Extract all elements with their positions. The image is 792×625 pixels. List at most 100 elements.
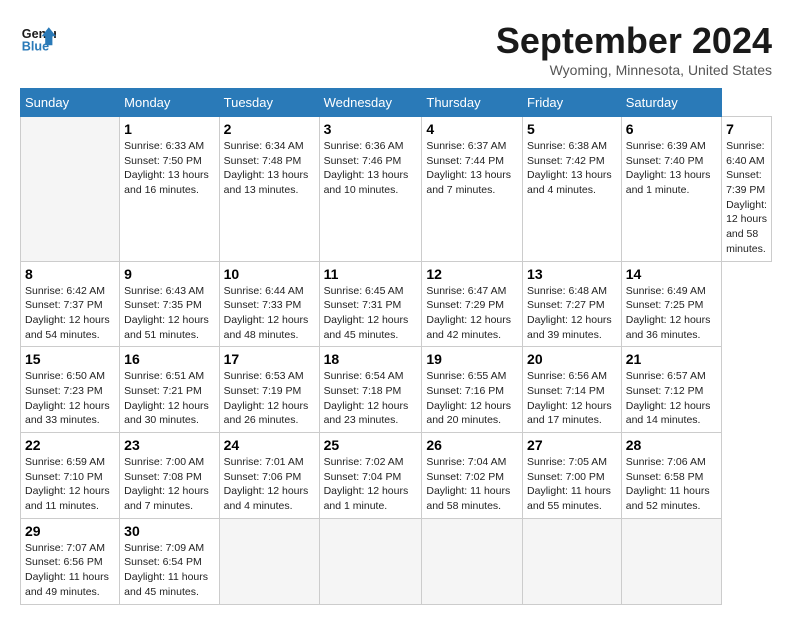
calendar-cell: 24 Sunrise: 7:01 AMSunset: 7:06 PMDayligh…: [219, 433, 319, 519]
day-number: 27: [527, 437, 617, 453]
calendar-cell: 29 Sunrise: 7:07 AMSunset: 6:56 PMDayligh…: [21, 518, 120, 604]
day-number: 20: [527, 351, 617, 367]
day-number: 15: [25, 351, 115, 367]
day-number: 22: [25, 437, 115, 453]
day-number: 5: [527, 121, 617, 137]
svg-text:Blue: Blue: [22, 40, 49, 54]
calendar-cell: 13Sunrise: 6:48 AMSunset: 7:27 PMDayligh…: [523, 261, 622, 347]
calendar-cell: [319, 518, 422, 604]
day-number: 7: [726, 121, 767, 137]
day-number: 13: [527, 266, 617, 282]
day-info: Sunrise: 6:37 AMSunset: 7:44 PMDaylight:…: [426, 139, 518, 198]
day-info: Sunrise: 6:38 AMSunset: 7:42 PMDaylight:…: [527, 139, 617, 198]
day-info: Sunrise: 7:06 AMSunset: 6:58 PMDaylight:…: [626, 455, 717, 514]
calendar-cell: 7 Sunrise: 6:40 AMSunset: 7:39 PMDaylight…: [722, 117, 772, 262]
calendar-cell: [21, 117, 120, 262]
day-number: 29: [25, 523, 115, 539]
logo: General Blue: [20, 20, 56, 56]
day-number: 19: [426, 351, 518, 367]
day-info: Sunrise: 6:49 AMSunset: 7:25 PMDaylight:…: [626, 284, 717, 343]
calendar-cell: 5 Sunrise: 6:38 AMSunset: 7:42 PMDaylight…: [523, 117, 622, 262]
logo-icon: General Blue: [20, 20, 56, 56]
day-number: 21: [626, 351, 717, 367]
calendar-cell: 15Sunrise: 6:50 AMSunset: 7:23 PMDayligh…: [21, 347, 120, 433]
calendar-cell: 26 Sunrise: 7:04 AMSunset: 7:02 PMDayligh…: [422, 433, 523, 519]
calendar-cell: 14 Sunrise: 6:49 AMSunset: 7:25 PMDayligh…: [621, 261, 721, 347]
day-info: Sunrise: 6:59 AMSunset: 7:10 PMDaylight:…: [25, 455, 115, 514]
week-row-4: 29 Sunrise: 7:07 AMSunset: 6:56 PMDayligh…: [21, 518, 772, 604]
day-info: Sunrise: 6:54 AMSunset: 7:18 PMDaylight:…: [324, 369, 418, 428]
calendar-cell: 28 Sunrise: 7:06 AMSunset: 6:58 PMDayligh…: [621, 433, 721, 519]
week-row-3: 22 Sunrise: 6:59 AMSunset: 7:10 PMDayligh…: [21, 433, 772, 519]
day-number: 6: [626, 121, 717, 137]
calendar-table: SundayMondayTuesdayWednesdayThursdayFrid…: [20, 88, 772, 605]
day-info: Sunrise: 7:00 AMSunset: 7:08 PMDaylight:…: [124, 455, 214, 514]
day-info: Sunrise: 6:43 AMSunset: 7:35 PMDaylight:…: [124, 284, 214, 343]
calendar-cell: [523, 518, 622, 604]
calendar-cell: 8 Sunrise: 6:42 AMSunset: 7:37 PMDaylight…: [21, 261, 120, 347]
day-info: Sunrise: 7:09 AMSunset: 6:54 PMDaylight:…: [124, 541, 214, 600]
day-number: 25: [324, 437, 418, 453]
day-info: Sunrise: 6:53 AMSunset: 7:19 PMDaylight:…: [224, 369, 315, 428]
calendar-cell: [219, 518, 319, 604]
day-info: Sunrise: 6:40 AMSunset: 7:39 PMDaylight:…: [726, 139, 767, 257]
day-number: 17: [224, 351, 315, 367]
calendar-cell: 10Sunrise: 6:44 AMSunset: 7:33 PMDayligh…: [219, 261, 319, 347]
day-number: 28: [626, 437, 717, 453]
day-info: Sunrise: 7:05 AMSunset: 7:00 PMDaylight:…: [527, 455, 617, 514]
calendar-cell: 21 Sunrise: 6:57 AMSunset: 7:12 PMDayligh…: [621, 347, 721, 433]
calendar-cell: 30 Sunrise: 7:09 AMSunset: 6:54 PMDayligh…: [120, 518, 219, 604]
page-header: General Blue September 2024 Wyoming, Min…: [20, 20, 772, 78]
calendar-cell: 9 Sunrise: 6:43 AMSunset: 7:35 PMDaylight…: [120, 261, 219, 347]
day-info: Sunrise: 6:39 AMSunset: 7:40 PMDaylight:…: [626, 139, 717, 198]
calendar-cell: 12Sunrise: 6:47 AMSunset: 7:29 PMDayligh…: [422, 261, 523, 347]
day-info: Sunrise: 7:01 AMSunset: 7:06 PMDaylight:…: [224, 455, 315, 514]
day-info: Sunrise: 6:56 AMSunset: 7:14 PMDaylight:…: [527, 369, 617, 428]
day-number: 2: [224, 121, 315, 137]
day-info: Sunrise: 7:04 AMSunset: 7:02 PMDaylight:…: [426, 455, 518, 514]
day-number: 26: [426, 437, 518, 453]
header-sunday: Sunday: [21, 89, 120, 117]
day-number: 16: [124, 351, 214, 367]
header-thursday: Thursday: [422, 89, 523, 117]
day-number: 18: [324, 351, 418, 367]
day-number: 30: [124, 523, 214, 539]
day-number: 1: [124, 121, 214, 137]
header-friday: Friday: [523, 89, 622, 117]
calendar-cell: 6 Sunrise: 6:39 AMSunset: 7:40 PMDaylight…: [621, 117, 721, 262]
calendar-cell: 2Sunrise: 6:34 AMSunset: 7:48 PMDaylight…: [219, 117, 319, 262]
calendar-cell: 25 Sunrise: 7:02 AMSunset: 7:04 PMDayligh…: [319, 433, 422, 519]
header-wednesday: Wednesday: [319, 89, 422, 117]
day-info: Sunrise: 6:51 AMSunset: 7:21 PMDaylight:…: [124, 369, 214, 428]
day-info: Sunrise: 6:42 AMSunset: 7:37 PMDaylight:…: [25, 284, 115, 343]
day-info: Sunrise: 6:55 AMSunset: 7:16 PMDaylight:…: [426, 369, 518, 428]
day-info: Sunrise: 7:07 AMSunset: 6:56 PMDaylight:…: [25, 541, 115, 600]
calendar-cell: 20 Sunrise: 6:56 AMSunset: 7:14 PMDayligh…: [523, 347, 622, 433]
calendar-cell: 17 Sunrise: 6:53 AMSunset: 7:19 PMDayligh…: [219, 347, 319, 433]
header-monday: Monday: [120, 89, 219, 117]
day-number: 8: [25, 266, 115, 282]
day-number: 11: [324, 266, 418, 282]
calendar-cell: 11 Sunrise: 6:45 AMSunset: 7:31 PMDayligh…: [319, 261, 422, 347]
calendar-cell: [621, 518, 721, 604]
day-info: Sunrise: 6:36 AMSunset: 7:46 PMDaylight:…: [324, 139, 418, 198]
calendar-cell: 19 Sunrise: 6:55 AMSunset: 7:16 PMDayligh…: [422, 347, 523, 433]
day-info: Sunrise: 7:02 AMSunset: 7:04 PMDaylight:…: [324, 455, 418, 514]
calendar-cell: 16 Sunrise: 6:51 AMSunset: 7:21 PMDayligh…: [120, 347, 219, 433]
location: Wyoming, Minnesota, United States: [496, 62, 772, 78]
day-number: 24: [224, 437, 315, 453]
month-title: September 2024: [496, 20, 772, 62]
day-info: Sunrise: 6:47 AMSunset: 7:29 PMDaylight:…: [426, 284, 518, 343]
day-info: Sunrise: 6:45 AMSunset: 7:31 PMDaylight:…: [324, 284, 418, 343]
day-number: 23: [124, 437, 214, 453]
week-row-1: 8 Sunrise: 6:42 AMSunset: 7:37 PMDaylight…: [21, 261, 772, 347]
calendar-cell: 3Sunrise: 6:36 AMSunset: 7:46 PMDaylight…: [319, 117, 422, 262]
day-info: Sunrise: 6:57 AMSunset: 7:12 PMDaylight:…: [626, 369, 717, 428]
day-number: 4: [426, 121, 518, 137]
day-number: 9: [124, 266, 214, 282]
day-number: 14: [626, 266, 717, 282]
header-tuesday: Tuesday: [219, 89, 319, 117]
week-row-0: 1Sunrise: 6:33 AMSunset: 7:50 PMDaylight…: [21, 117, 772, 262]
calendar-cell: 1Sunrise: 6:33 AMSunset: 7:50 PMDaylight…: [120, 117, 219, 262]
calendar-cell: 27 Sunrise: 7:05 AMSunset: 7:00 PMDayligh…: [523, 433, 622, 519]
